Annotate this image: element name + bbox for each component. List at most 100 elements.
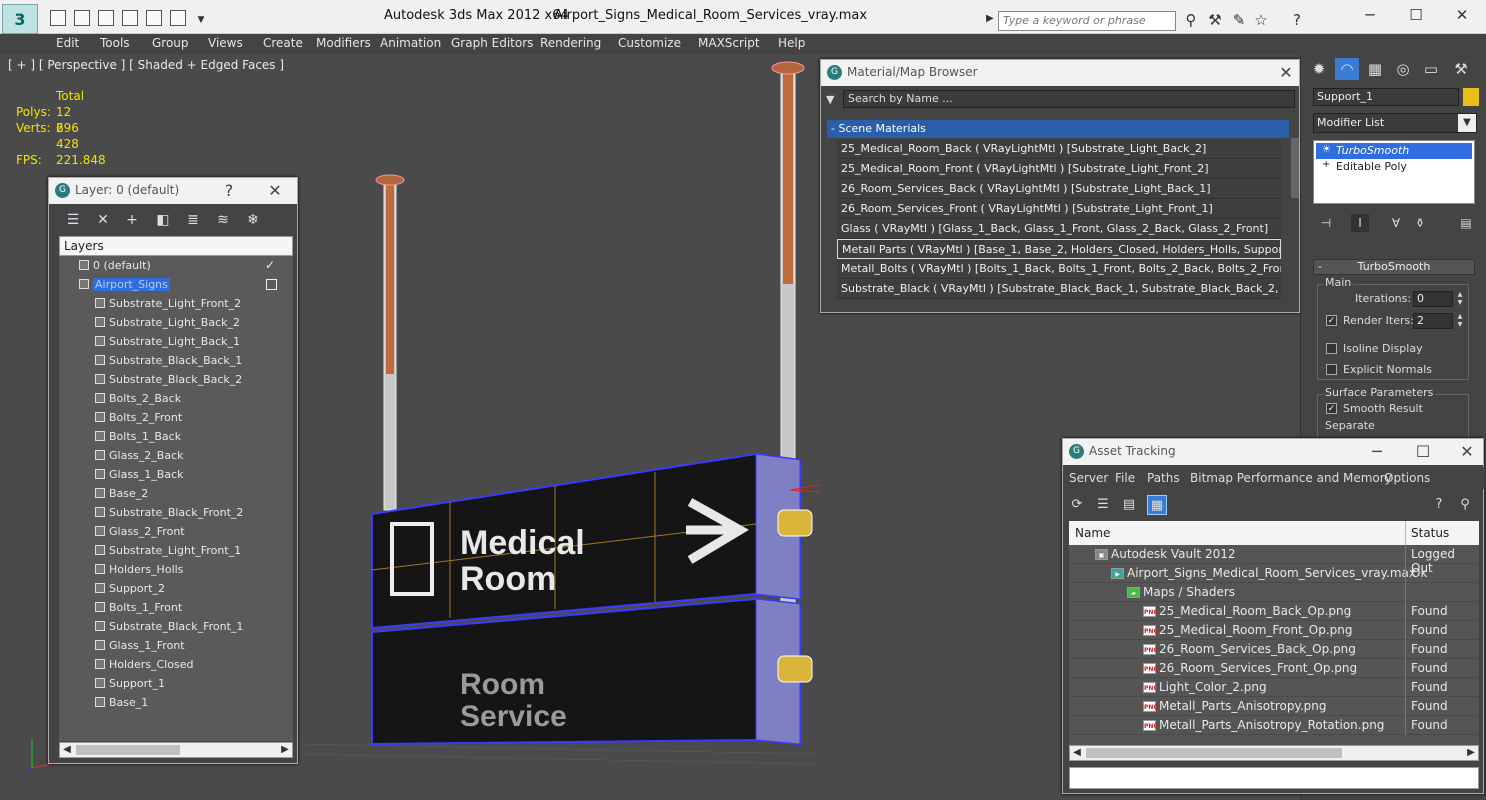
object-name[interactable]: Base_2 bbox=[109, 487, 148, 500]
layer-horizontal-scrollbar[interactable]: ◀ ▶ bbox=[59, 742, 293, 758]
asset-row[interactable]: PNG Metall_Parts_Anisotropy_Rotation.png F… bbox=[1069, 716, 1479, 735]
stack-item-editable-poly[interactable]: Editable Poly bbox=[1316, 159, 1472, 175]
menu-help[interactable]: Help bbox=[778, 36, 805, 50]
menu-maxscript[interactable]: MAXScript bbox=[698, 36, 760, 50]
motion-tab-icon[interactable]: ◎ bbox=[1391, 58, 1415, 80]
object-row[interactable]: Holders_Closed bbox=[59, 655, 293, 674]
object-name[interactable]: Substrate_Black_Back_2 bbox=[109, 373, 242, 386]
object-row[interactable]: Glass_2_Back bbox=[59, 446, 293, 465]
quick-access-dropdown-icon[interactable]: ▼ bbox=[192, 11, 210, 29]
object-name[interactable]: Substrate_Light_Back_2 bbox=[109, 316, 240, 329]
freeze-all-icon[interactable]: ❄ bbox=[243, 210, 263, 230]
object-name[interactable]: Bolts_2_Front bbox=[109, 411, 182, 424]
column-status-header[interactable]: Status bbox=[1411, 526, 1449, 540]
layer-row[interactable]: 0 (default) ✓ bbox=[59, 256, 293, 275]
object-row[interactable]: Substrate_Light_Front_1 bbox=[59, 541, 293, 560]
subscription-icon[interactable]: ⚒ bbox=[1206, 11, 1224, 29]
list-view-icon[interactable]: ☰ bbox=[1093, 495, 1113, 515]
object-row[interactable]: Bolts_2_Back bbox=[59, 389, 293, 408]
object-row[interactable]: Base_1 bbox=[59, 693, 293, 712]
close-icon[interactable]: ✕ bbox=[1457, 442, 1477, 461]
object-name[interactable]: Base_1 bbox=[109, 696, 148, 709]
airport-sign-model[interactable]: Medical Room Room Service bbox=[300, 54, 820, 800]
menu-file[interactable]: File bbox=[1115, 471, 1135, 485]
object-row[interactable]: Bolts_1_Front bbox=[59, 598, 293, 617]
asset-row[interactable]: ▶ Airport_Signs_Medical_Room_Services_vra… bbox=[1069, 564, 1479, 583]
layer-name[interactable]: 0 (default) bbox=[93, 259, 151, 272]
asset-row[interactable]: PNG 25_Medical_Room_Back_Op.png Found bbox=[1069, 602, 1479, 621]
favorites-star-icon[interactable]: ☆ bbox=[1252, 11, 1270, 29]
material-row[interactable]: 25_Medical_Room_Back ( VRayLightMtl ) [S… bbox=[837, 139, 1281, 159]
asset-row[interactable]: PNG Metall_Parts_Anisotropy.png Found bbox=[1069, 697, 1479, 716]
make-unique-icon[interactable]: ∀ bbox=[1387, 214, 1405, 232]
menu-options[interactable]: Options bbox=[1384, 471, 1430, 485]
pin-stack-icon[interactable]: ⊣ bbox=[1317, 214, 1335, 232]
layer-dialog-titlebar[interactable]: G Layer: 0 (default) ? ✕ bbox=[49, 178, 297, 204]
scroll-right-icon[interactable]: ▶ bbox=[1464, 746, 1478, 760]
open-file-icon[interactable] bbox=[74, 10, 90, 26]
modifier-list-dropdown[interactable]: Modifier List ▼ bbox=[1313, 113, 1477, 133]
search-expand-icon[interactable]: ▶ bbox=[986, 13, 996, 29]
material-row[interactable]: Glass ( VRayMtl ) [Glass_1_Back, Glass_1… bbox=[837, 219, 1281, 239]
spinner-arrows-icon[interactable]: ▲ ▼ bbox=[1455, 313, 1465, 329]
object-name[interactable]: Substrate_Light_Front_1 bbox=[109, 544, 241, 557]
asset-path-field[interactable] bbox=[1069, 767, 1479, 789]
explicit-normals-checkbox[interactable] bbox=[1326, 364, 1337, 375]
object-name[interactable]: Glass_2_Front bbox=[109, 525, 185, 538]
lightbulb-icon[interactable]: ☀ bbox=[1322, 144, 1331, 155]
spinner-arrows-icon[interactable]: ▲ ▼ bbox=[1455, 291, 1465, 307]
object-name-field[interactable]: Support_1 bbox=[1313, 88, 1459, 106]
communication-icon[interactable]: ✎ bbox=[1230, 11, 1248, 29]
object-row[interactable]: Base_2 bbox=[59, 484, 293, 503]
expand-plus-icon[interactable]: + bbox=[1322, 159, 1330, 170]
hide-all-icon[interactable]: ≋ bbox=[213, 210, 233, 230]
new-scene-icon[interactable] bbox=[50, 10, 66, 26]
set-current-layer-icon[interactable] bbox=[266, 279, 277, 290]
object-name[interactable]: Glass_1_Front bbox=[109, 639, 185, 652]
object-row[interactable]: Bolts_1_Back bbox=[59, 427, 293, 446]
utilities-tab-icon[interactable]: ⚒ bbox=[1449, 58, 1473, 80]
remove-modifier-icon[interactable]: ⚱ bbox=[1411, 214, 1429, 232]
menu-modifiers[interactable]: Modifiers bbox=[316, 36, 371, 50]
collapse-minus-icon[interactable]: - bbox=[1318, 260, 1322, 273]
asset-row[interactable]: PNG 26_Room_Services_Back_Op.png Found bbox=[1069, 640, 1479, 659]
menu-group[interactable]: Group bbox=[152, 36, 189, 50]
object-row[interactable]: Substrate_Light_Back_1 bbox=[59, 332, 293, 351]
show-end-result-icon[interactable]: Ⅰ bbox=[1351, 214, 1369, 232]
iterations-spinner[interactable]: 0 bbox=[1413, 291, 1453, 307]
object-row[interactable]: Substrate_Light_Back_2 bbox=[59, 313, 293, 332]
select-objects-icon[interactable]: ◧ bbox=[153, 210, 173, 230]
object-row[interactable]: Substrate_Light_Front_2 bbox=[59, 294, 293, 313]
menu-customize[interactable]: Customize bbox=[618, 36, 681, 50]
object-row[interactable]: Substrate_Black_Back_2 bbox=[59, 370, 293, 389]
binoculars-icon[interactable]: ⚲ bbox=[1182, 11, 1200, 29]
scroll-thumb[interactable] bbox=[76, 745, 180, 755]
highlight-layer-icon[interactable]: ≣ bbox=[183, 210, 203, 230]
minimize-icon[interactable]: ─ bbox=[1367, 442, 1387, 461]
render-iters-spinner[interactable]: 2 bbox=[1413, 313, 1453, 329]
menu-animation[interactable]: Animation bbox=[380, 36, 441, 50]
chevron-down-icon[interactable]: ▼ bbox=[1458, 114, 1476, 132]
layers-list[interactable]: 0 (default) ✓ Airport_Signs Substrate_Light… bbox=[59, 256, 293, 741]
table-view-icon[interactable]: ▦ bbox=[1147, 495, 1167, 515]
modify-tab-icon[interactable]: ◠ bbox=[1335, 58, 1359, 80]
create-layer-icon[interactable]: ☰ bbox=[63, 210, 83, 230]
refresh-icon[interactable]: ⟳ bbox=[1067, 495, 1087, 515]
help-icon[interactable]: ? bbox=[1288, 11, 1306, 29]
object-name[interactable]: Bolts_2_Back bbox=[109, 392, 181, 405]
material-row[interactable]: 26_Room_Services_Front ( VRayLightMtl ) … bbox=[837, 199, 1281, 219]
add-to-layer-icon[interactable]: + bbox=[122, 210, 142, 230]
asset-row[interactable]: PNG Light_Color_2.png Found bbox=[1069, 678, 1479, 697]
menu-views[interactable]: Views bbox=[208, 36, 243, 50]
minimize-icon[interactable]: ─ bbox=[1358, 6, 1382, 26]
create-tab-icon[interactable]: ✹ bbox=[1307, 58, 1331, 80]
isoline-display-checkbox[interactable] bbox=[1326, 343, 1337, 354]
object-row[interactable]: Glass_1_Front bbox=[59, 636, 293, 655]
menu-create[interactable]: Create bbox=[263, 36, 303, 50]
object-row[interactable]: Substrate_Black_Front_2 bbox=[59, 503, 293, 522]
asset-row[interactable]: PNG 26_Room_Services_Front_Op.png Found bbox=[1069, 659, 1479, 678]
save-file-icon[interactable] bbox=[98, 10, 114, 26]
asset-row[interactable]: ▰ Maps / Shaders bbox=[1069, 583, 1479, 602]
undo-icon[interactable] bbox=[122, 10, 138, 26]
modifier-stack[interactable]: TurboSmooth Editable Poly ☀ + bbox=[1313, 140, 1475, 204]
